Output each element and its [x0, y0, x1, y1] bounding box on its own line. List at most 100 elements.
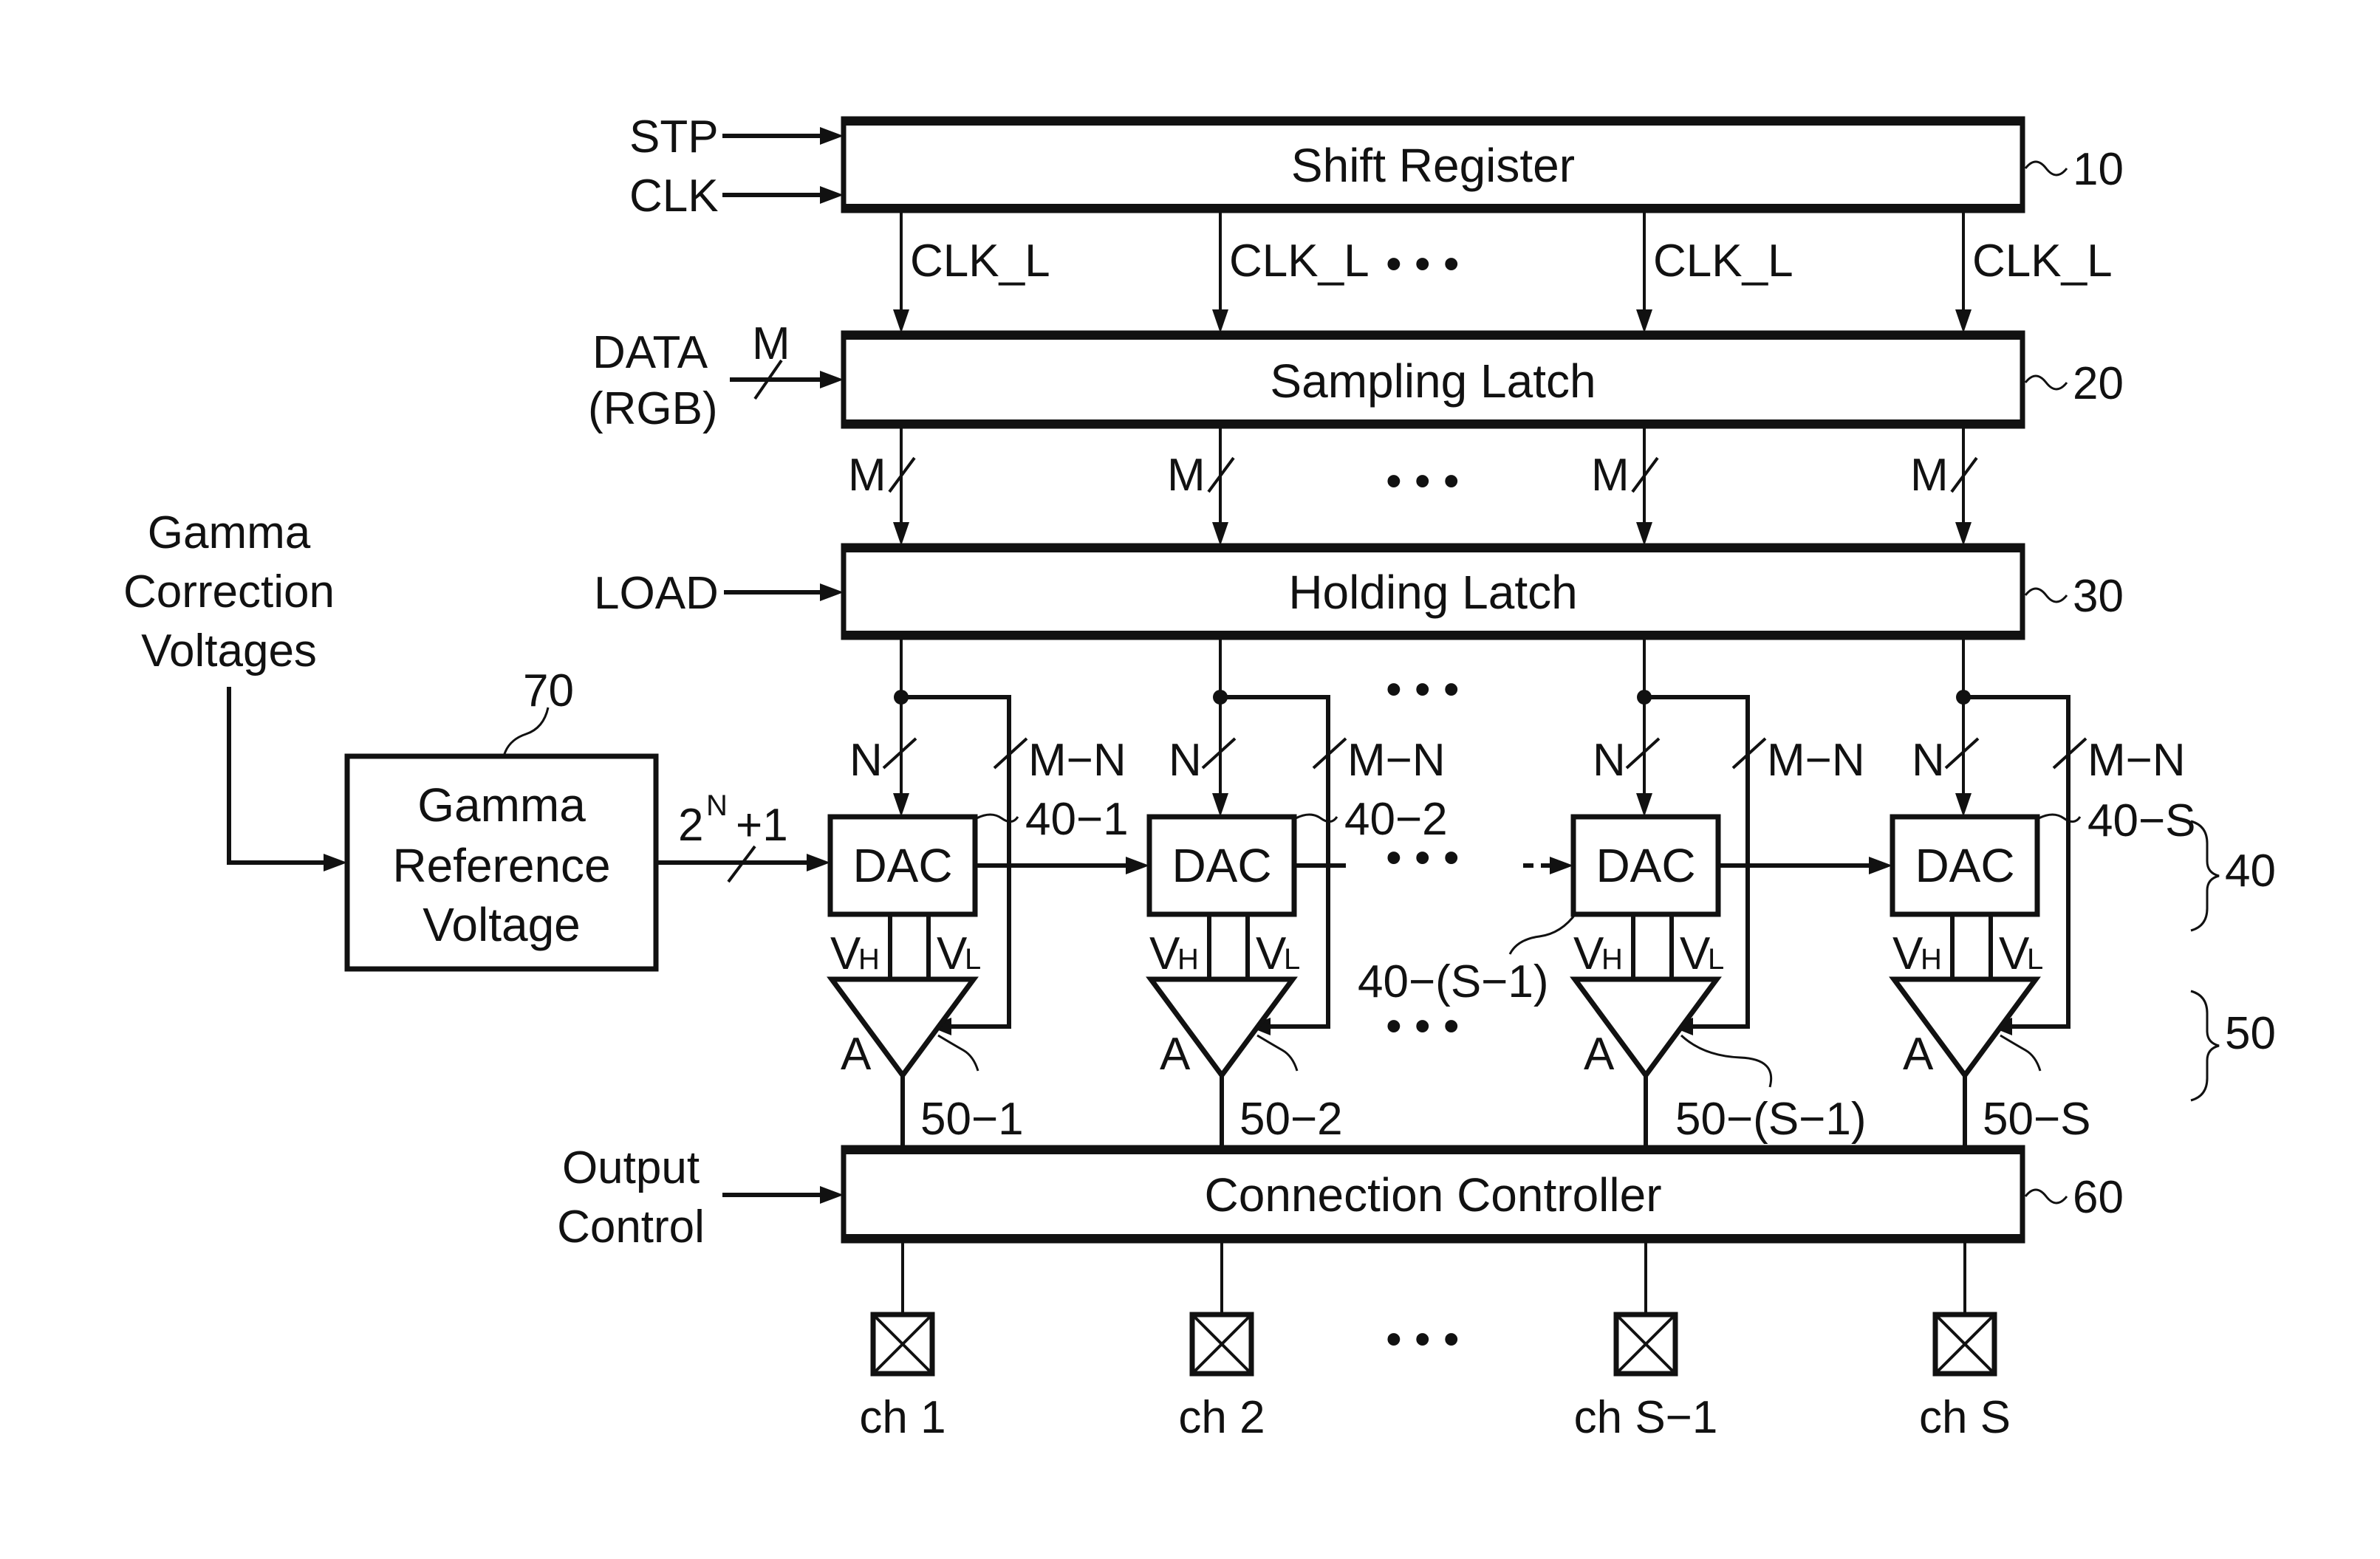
ellipsis-dac: • • • [1386, 832, 1460, 883]
n-bus-label: N [1593, 735, 1626, 786]
output-control-input: Output Control [557, 1142, 844, 1253]
sampling-latch-block: Sampling Latch 20 [841, 330, 2124, 429]
amp-label: A [1584, 1029, 1615, 1080]
vl-subscript: L [965, 943, 981, 976]
ref-leader-10 [2024, 160, 2068, 177]
amp-label: A [841, 1029, 872, 1080]
ref-leader-20 [2024, 374, 2068, 391]
gamma-reference-title-line1: Gamma [417, 778, 586, 832]
arrow-icon [893, 309, 909, 333]
arrow-icon [820, 1186, 844, 1204]
dac-label: DAC [1172, 839, 1271, 892]
group-brace-40: 40 [2190, 820, 2276, 932]
group-ref-40: 40 [2225, 846, 2276, 897]
arrow-icon [820, 186, 844, 204]
ref-leader-40-1 [976, 813, 1019, 823]
data-label: DATA [592, 327, 708, 378]
vl-subscript: L [2027, 943, 2043, 976]
vh-subscript: H [858, 943, 880, 976]
arrow-icon [1212, 793, 1228, 817]
m-minus-n-label: M−N [2087, 735, 2186, 786]
ref-leader-40-2 [1295, 813, 1338, 823]
clk-input: CLK [629, 171, 844, 222]
gamma-reference-title-line3: Voltage [423, 898, 581, 951]
m-bus-label: M [1910, 450, 1949, 501]
arrow-icon [820, 371, 844, 388]
vh-subscript: H [1177, 943, 1199, 976]
dac-label: DAC [852, 839, 952, 892]
arrow-icon [820, 583, 844, 601]
channel-column-1: N M−N DAC 40−1 V H V L A 50−1 [827, 637, 1129, 1148]
ellipsis-clk: • • • [1386, 239, 1460, 289]
shift-register-block: Shift Register 10 [841, 116, 2124, 213]
gamma-reference-title-line2: Reference [392, 839, 610, 892]
clk-l-label: CLK_L [1972, 236, 2113, 287]
dac-ref: 40−1 [1025, 794, 1129, 845]
arrow-icon [1955, 793, 1972, 817]
output-control-label-line2: Control [557, 1202, 705, 1253]
source-driver-block-diagram: Shift Register 10 STP CLK Sampling Latch… [123, 112, 2276, 1443]
dac-ref: 40−S [2087, 795, 2196, 846]
gamma-correction-label-line1: Gamma [148, 507, 311, 558]
m-minus-n-label: M−N [1767, 735, 1865, 786]
dac-label: DAC [1915, 839, 2014, 892]
vh-label: V [1573, 928, 1604, 979]
ellipsis-amp: • • • [1386, 1001, 1460, 1052]
vl-label: V [1256, 928, 1287, 979]
ref-20: 20 [2073, 358, 2124, 409]
ref-leader-50-1 [937, 1034, 979, 1072]
load-input: LOAD [594, 568, 844, 619]
channel-pad-1: ch 1 [859, 1241, 946, 1443]
load-label: LOAD [594, 568, 719, 619]
gamma-correction-label-line3: Voltages [141, 626, 317, 676]
vh-label: V [1149, 928, 1180, 979]
arrow-icon [1955, 309, 1972, 333]
arrow-icon [893, 522, 909, 546]
connection-controller-title: Connection Controller [1205, 1168, 1662, 1221]
stp-input: STP [629, 112, 844, 162]
clk-l-bus-4: CLK_L [1955, 210, 2113, 333]
n-bus-label: N [849, 735, 883, 786]
vl-subscript: L [1284, 943, 1300, 976]
clk-l-bus-2: CLK_L [1212, 210, 1369, 333]
vl-label: V [937, 928, 968, 979]
sampling-latch-title: Sampling Latch [1270, 354, 1596, 408]
m-bus-label: M [848, 450, 886, 501]
m-minus-n-label: M−N [1028, 735, 1126, 786]
clk-l-label: CLK_L [1229, 236, 1369, 287]
arrow-icon [893, 793, 909, 817]
vl-label: V [1680, 928, 1711, 979]
group-ref-50: 50 [2225, 1008, 2276, 1059]
ref-10: 10 [2073, 144, 2124, 195]
gamma-bus-suffix: +1 [736, 800, 788, 851]
clk-l-label: CLK_L [1653, 236, 1793, 287]
channel-column-4: N M−N DAC 40−S V H V L A 50−S [1889, 637, 2196, 1148]
arrow-icon [1636, 309, 1652, 333]
channel-pad-4: ch S [1919, 1241, 2011, 1443]
output-control-label-line1: Output [562, 1142, 700, 1193]
vh-subscript: H [1921, 943, 1942, 976]
amp-label: A [1903, 1029, 1934, 1080]
arrow-icon [807, 854, 830, 871]
arrow-icon [1636, 793, 1652, 817]
vl-label: V [1999, 928, 2030, 979]
clk-label: CLK [629, 171, 719, 222]
arrow-icon [1126, 857, 1149, 874]
dac-label: DAC [1596, 839, 1695, 892]
arrow-icon [1955, 522, 1972, 546]
channel-pad-2: ch 2 [1178, 1241, 1265, 1443]
ref-leader-50-s [2000, 1034, 2042, 1072]
arrow-icon [1550, 857, 1573, 874]
n-bus-label: N [1912, 735, 1945, 786]
vh-subscript: H [1601, 943, 1623, 976]
amp-ref: 50−1 [920, 1094, 1024, 1145]
arrow-icon [1212, 309, 1228, 333]
m-bus-2: M [1167, 426, 1235, 546]
gamma-reference-block: Gamma Reference Voltage 70 [344, 665, 659, 972]
channel-pad-3: ch S−1 [1574, 1241, 1717, 1443]
clk-l-label: CLK_L [910, 236, 1050, 287]
data-input: DATA (RGB) M [588, 318, 844, 434]
ellipsis-channels: • • • [1386, 1314, 1460, 1365]
amp-ref: 50−2 [1239, 1094, 1343, 1145]
ref-leader-30 [2024, 587, 2068, 603]
